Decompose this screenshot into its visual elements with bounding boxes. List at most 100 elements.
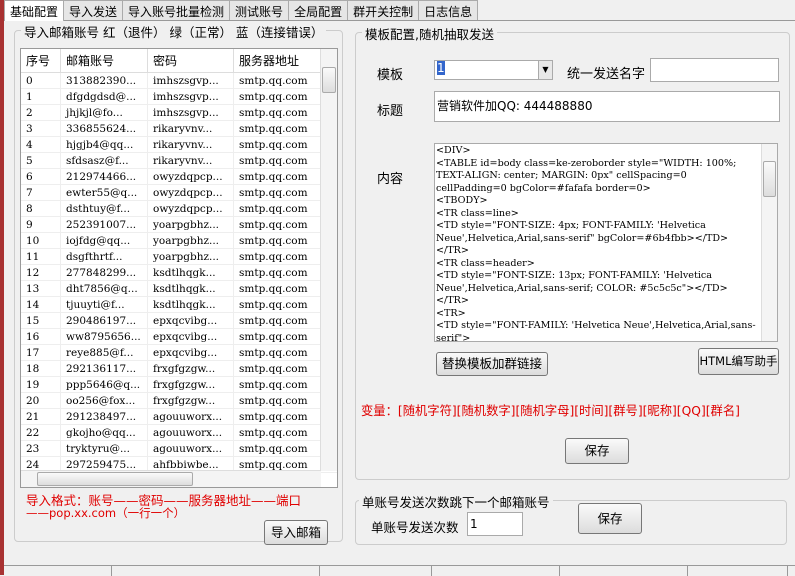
table-row[interactable]: 20 oo256@fox... frxgfgzgw... smtp.qq.com [21, 393, 337, 409]
vertical-scrollbar[interactable] [761, 144, 777, 341]
table-row[interactable]: 23 tryktyru@... agouuworx... smtp.qq.com [21, 441, 337, 457]
table-cell: 20 [21, 393, 61, 408]
sender-name-input[interactable] [650, 58, 779, 82]
tab-2[interactable]: 导入账号批量检测 [122, 0, 231, 20]
table-cell: smtp.qq.com [234, 313, 321, 328]
column-header[interactable]: 密码 [148, 49, 234, 73]
save-send-count-button[interactable]: 保存 [578, 503, 642, 534]
table-cell: reye885@f... [61, 345, 148, 360]
table-cell: 2 [21, 105, 61, 120]
table-row[interactable]: 11 dsgfthrtf... yoarpgbhz... smtp.qq.com [21, 249, 337, 265]
table-cell: dht7856@q... [61, 281, 148, 296]
table-row[interactable]: 5 sfdsasz@f... rikaryvnv... smtp.qq.com [21, 153, 337, 169]
table-row[interactable]: 2 jhjkjl@fo... imhszsgvp... smtp.qq.com [21, 105, 337, 121]
table-cell: 19 [21, 377, 61, 392]
table-row[interactable]: 4 hjgjb4@qq... rikaryvnv... smtp.qq.com [21, 137, 337, 153]
table-row[interactable]: 22 gkojho@qq... agouuworx... smtp.qq.com [21, 425, 337, 441]
table-cell: jhjkjl@fo... [61, 105, 148, 120]
table-cell: smtp.qq.com [234, 233, 321, 248]
title-input[interactable]: 营销软件加QQ: 444488880 [434, 91, 780, 122]
import-format-line2: ——pop.xx.com（一行一个） [26, 506, 186, 520]
table-cell: rikaryvnv... [148, 153, 234, 168]
table-cell: 16 [21, 329, 61, 344]
tab-6[interactable]: 日志信息 [418, 0, 479, 20]
table-cell: 15 [21, 313, 61, 328]
table-row[interactable]: 21 291238497... agouuworx... smtp.qq.com [21, 409, 337, 425]
content-textarea[interactable]: <DIV> <TABLE id=body class=ke-zeroborder… [434, 143, 778, 342]
table-row[interactable]: 7 ewter55@q... owyzdqpcp... smtp.qq.com [21, 185, 337, 201]
table-cell: frxgfgzgw... [148, 377, 234, 392]
tab-4[interactable]: 全局配置 [288, 0, 349, 20]
table-cell: dsgfthrtf... [61, 249, 148, 264]
table-cell: 10 [21, 233, 61, 248]
import-mailbox-button[interactable]: 导入邮箱 [264, 520, 328, 545]
table-cell: epxqcvibg... [148, 313, 234, 328]
table-cell: epxqcvibg... [148, 329, 234, 344]
tab-1[interactable]: 导入发送 [63, 0, 124, 20]
column-header[interactable]: 序号 [21, 49, 61, 73]
table-cell: ksdtlhqgk... [148, 297, 234, 312]
table-row[interactable]: 13 dht7856@q... ksdtlhqgk... smtp.qq.com [21, 281, 337, 297]
table-row[interactable]: 15 290486197... epxqcvibg... smtp.qq.com [21, 313, 337, 329]
table-row[interactable]: 17 reye885@f... epxqcvibg... smtp.qq.com [21, 345, 337, 361]
title-label: 标题 [377, 104, 404, 119]
scroll-thumb[interactable] [763, 161, 776, 197]
table-cell: 1 [21, 89, 61, 104]
table-cell: rikaryvnv... [148, 137, 234, 152]
table-row[interactable]: 12 277848299... ksdtlhqgk... smtp.qq.com [21, 265, 337, 281]
table-cell: smtp.qq.com [234, 217, 321, 232]
template-select[interactable]: 1 ▼ [434, 60, 553, 80]
column-header[interactable]: 服务器地址 [234, 49, 321, 73]
save-template-button[interactable]: 保存 [565, 438, 629, 464]
table-cell: yoarpgbhz... [148, 217, 234, 232]
html-helper-button[interactable]: HTML编写助手 [698, 348, 779, 375]
table-cell: yoarpgbhz... [148, 233, 234, 248]
horizontal-scrollbar[interactable] [21, 470, 321, 487]
table-cell: 3 [21, 121, 61, 136]
template-value: 1 [437, 61, 445, 75]
table-cell: owyzdqpcp... [148, 201, 234, 216]
scroll-thumb[interactable] [37, 472, 193, 486]
table-cell: ww8795656... [61, 329, 148, 344]
account-list[interactable]: 序号 邮箱账号 密码 服务器地址 0 313882390... imhszsgvp... s… [20, 48, 338, 488]
replace-template-button[interactable]: 替换模板加群链接 [436, 352, 548, 376]
table-cell: smtp.qq.com [234, 409, 321, 424]
table-cell: smtp.qq.com [234, 137, 321, 152]
tab-5[interactable]: 群开关控制 [347, 0, 420, 20]
table-row[interactable]: 1 dfgdgdsd@... imhszsgvp... smtp.qq.com [21, 89, 337, 105]
table-cell: yoarpgbhz... [148, 249, 234, 264]
table-cell: tryktyru@... [61, 441, 148, 456]
table-cell: agouuworx... [148, 409, 234, 424]
tab-3[interactable]: 测试账号 [229, 0, 290, 20]
send-count-input[interactable]: 1 [467, 512, 523, 536]
table-row[interactable]: 3 336855624... rikaryvnv... smtp.qq.com [21, 121, 337, 137]
table-cell: smtp.qq.com [234, 441, 321, 456]
table-row[interactable]: 10 iojfdg@qq... yoarpgbhz... smtp.qq.com [21, 233, 337, 249]
table-cell: smtp.qq.com [234, 393, 321, 408]
table-cell: sfdsasz@f... [61, 153, 148, 168]
table-cell: smtp.qq.com [234, 185, 321, 200]
table-cell: smtp.qq.com [234, 89, 321, 104]
table-row[interactable]: 8 dsthtuy@f... owyzdqpcp... smtp.qq.com [21, 201, 337, 217]
table-cell: 5 [21, 153, 61, 168]
table-row[interactable]: 19 ppp5646@q... frxgfgzgw... smtp.qq.com [21, 377, 337, 393]
table-row[interactable]: 0 313882390... imhszsgvp... smtp.qq.com [21, 73, 337, 89]
chevron-down-icon[interactable]: ▼ [538, 61, 552, 79]
list-header: 序号 邮箱账号 密码 服务器地址 [21, 49, 337, 73]
table-row[interactable]: 6 212974466... owyzdqpcp... smtp.qq.com [21, 169, 337, 185]
table-row[interactable]: 18 292136117... frxgfgzgw... smtp.qq.com [21, 361, 337, 377]
table-cell: smtp.qq.com [234, 281, 321, 296]
table-cell: oo256@fox... [61, 393, 148, 408]
table-row[interactable]: 9 252391007... yoarpgbhz... smtp.qq.com [21, 217, 337, 233]
table-cell: 9 [21, 217, 61, 232]
tab-0[interactable]: 基础配置 [4, 0, 65, 21]
table-cell: ksdtlhqgk... [148, 265, 234, 280]
column-header[interactable]: 邮箱账号 [61, 49, 148, 73]
table-row[interactable]: 16 ww8795656... epxqcvibg... smtp.qq.com [21, 329, 337, 345]
vertical-scrollbar[interactable] [320, 49, 337, 471]
scroll-thumb[interactable] [322, 67, 336, 93]
table-cell: dsthtuy@f... [61, 201, 148, 216]
table-cell: ppp5646@q... [61, 377, 148, 392]
table-cell: smtp.qq.com [234, 73, 321, 88]
table-row[interactable]: 14 tjuuyti@f... ksdtlhqgk... smtp.qq.com [21, 297, 337, 313]
